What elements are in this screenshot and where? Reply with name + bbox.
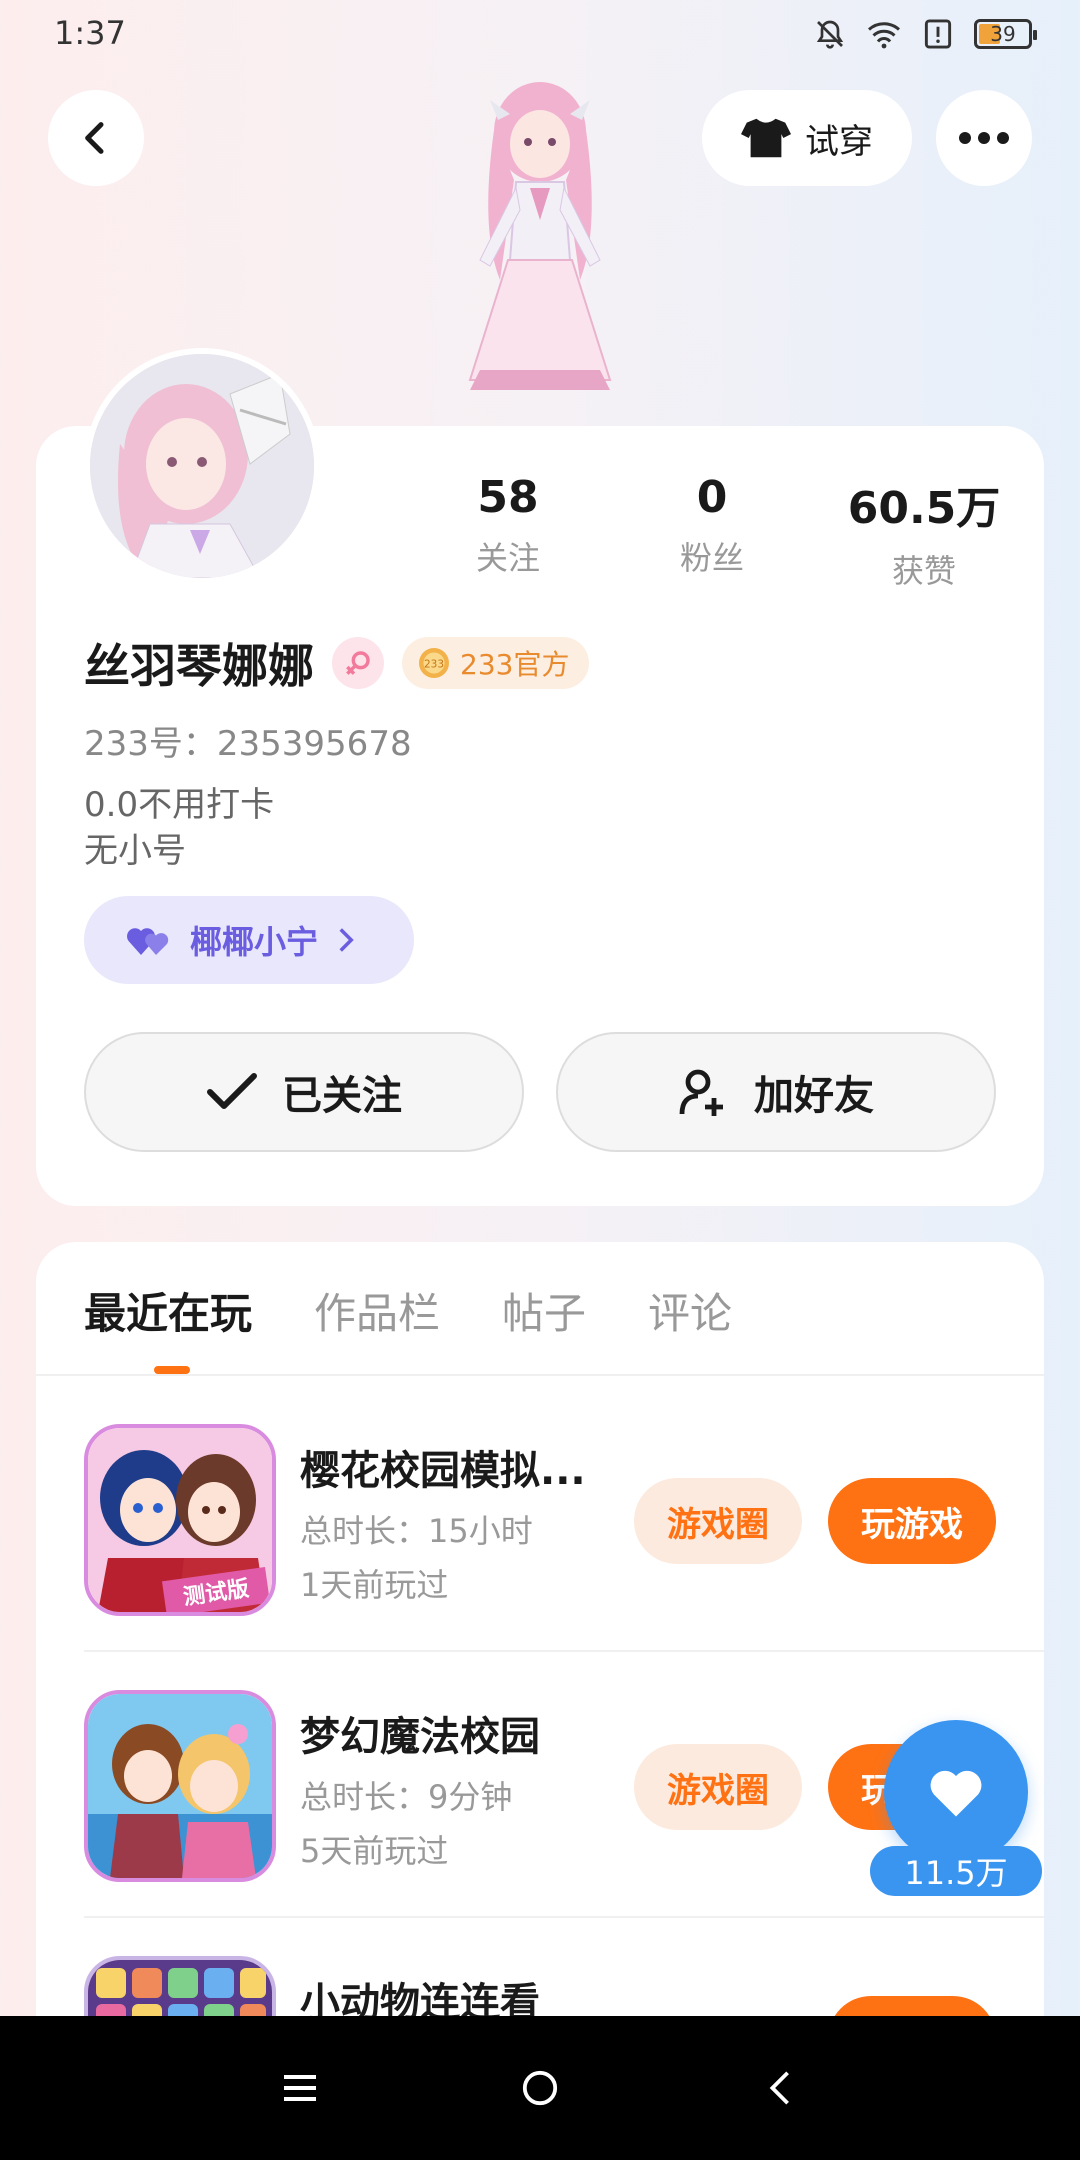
name-row: 丝羽琴娜娜 233 233官方 — [84, 630, 590, 696]
tab-comments[interactable]: 评论 — [648, 1280, 732, 1341]
tryon-button[interactable]: 试穿 — [702, 90, 912, 186]
content-tabs: 最近在玩 作品栏 帖子 评论 — [84, 1280, 732, 1341]
follow-label: 已关注 — [282, 1073, 402, 1119]
chevron-right-icon — [339, 928, 354, 952]
play-game-button[interactable]: 玩游戏 — [828, 1478, 996, 1564]
stat-fans[interactable]: 0 粉丝 — [612, 472, 812, 579]
game-play-duration: 总时长：15小时 — [300, 1512, 533, 1550]
back-button[interactable] — [48, 90, 144, 186]
game-icon-sakura-school[interactable]: 测试版 — [84, 1424, 276, 1616]
user-signature: 0.0不用打卡 无小号 — [84, 782, 274, 874]
wifi-icon — [866, 16, 902, 52]
row-divider — [84, 1650, 1044, 1652]
game-icon-magic-school[interactable] — [84, 1690, 276, 1882]
system-back-button[interactable] — [740, 2048, 820, 2128]
more-options-button[interactable] — [936, 90, 1032, 186]
cp-name: 椰椰小宁 — [190, 923, 319, 961]
following-label: 关注 — [475, 539, 540, 577]
cp-relation-tag[interactable]: 椰椰小宁 — [84, 896, 414, 984]
game-play-duration: 总时长：9分钟 — [300, 1778, 513, 1816]
recent-apps-button[interactable] — [260, 2048, 340, 2128]
home-button[interactable] — [500, 2048, 580, 2128]
stat-likes[interactable]: 60.5万 获赞 — [824, 472, 1024, 592]
tab-posts[interactable]: 帖子 — [502, 1280, 586, 1341]
double-heart-icon — [127, 928, 169, 955]
signature-line-1: 0.0不用打卡 — [84, 785, 275, 825]
heart-icon — [930, 1770, 982, 1817]
tab-works[interactable]: 作品栏 — [314, 1280, 440, 1341]
game-row[interactable]: 测试版 樱花校园模拟... 总时长：15小时 1天前玩过 游戏圈 玩游戏 — [84, 1424, 1044, 1624]
status-time: 1:37 — [54, 14, 126, 52]
user-id: 233号：235395678 — [84, 724, 412, 764]
row-divider — [84, 1916, 1044, 1918]
system-nav-bar — [0, 2016, 1080, 2160]
tshirt-icon — [741, 118, 791, 158]
like-count: 11.5万 — [870, 1846, 1042, 1896]
svg-text:233: 233 — [424, 659, 444, 671]
battery-level: 39 — [990, 22, 1016, 46]
chevron-left-icon — [85, 122, 104, 154]
status-icons: 39 — [812, 16, 1037, 52]
tabs-divider — [36, 1374, 1044, 1376]
official-badge-label: 233官方 — [460, 648, 570, 681]
stat-following[interactable]: 58 关注 — [408, 472, 608, 579]
following-count: 58 — [477, 472, 539, 523]
username: 丝羽琴娜娜 — [84, 639, 314, 693]
game-circle-button[interactable]: 游戏圈 — [634, 1478, 802, 1564]
fans-count: 0 — [696, 472, 728, 523]
tryon-label: 试穿 — [805, 121, 873, 162]
like-floating-button[interactable] — [884, 1720, 1028, 1864]
bell-off-icon — [812, 16, 848, 52]
status-bar: 1:37 39 — [0, 0, 1080, 72]
signature-line-2: 无小号 — [84, 831, 186, 871]
game-last-played: 5天前玩过 — [300, 1832, 449, 1870]
follow-button[interactable]: 已关注 — [84, 1032, 524, 1152]
tab-recently-played[interactable]: 最近在玩 — [84, 1280, 252, 1341]
game-name: 樱花校园模拟... — [300, 1448, 586, 1494]
official-badge[interactable]: 233 233官方 — [402, 637, 590, 689]
active-tab-indicator — [154, 1366, 190, 1374]
alert-icon — [920, 16, 956, 52]
game-name: 梦幻魔法校园 — [300, 1714, 540, 1760]
likes-count: 60.5万 — [847, 483, 1001, 534]
add-friend-button[interactable]: 加好友 — [556, 1032, 996, 1152]
avatar-character-image — [420, 70, 660, 430]
game-circle-button[interactable]: 游戏圈 — [634, 1744, 802, 1830]
battery-icon: 39 — [974, 19, 1037, 49]
user-avatar[interactable] — [84, 348, 320, 584]
menu-lines-icon — [284, 2075, 316, 2101]
more-dots-icon — [959, 132, 1009, 144]
likes-label: 获赞 — [891, 552, 956, 590]
back-arrow-icon — [769, 2071, 789, 2105]
add-friend-label: 加好友 — [754, 1073, 874, 1119]
avatar-image — [90, 354, 314, 578]
game-last-played: 1天前玩过 — [300, 1566, 449, 1604]
home-circle-icon — [522, 2070, 558, 2106]
fans-label: 粉丝 — [679, 539, 744, 577]
female-gender-icon — [332, 637, 384, 689]
check-icon — [207, 1073, 257, 1109]
official-medal-icon: 233 — [419, 648, 449, 678]
add-user-icon — [679, 1069, 723, 1116]
